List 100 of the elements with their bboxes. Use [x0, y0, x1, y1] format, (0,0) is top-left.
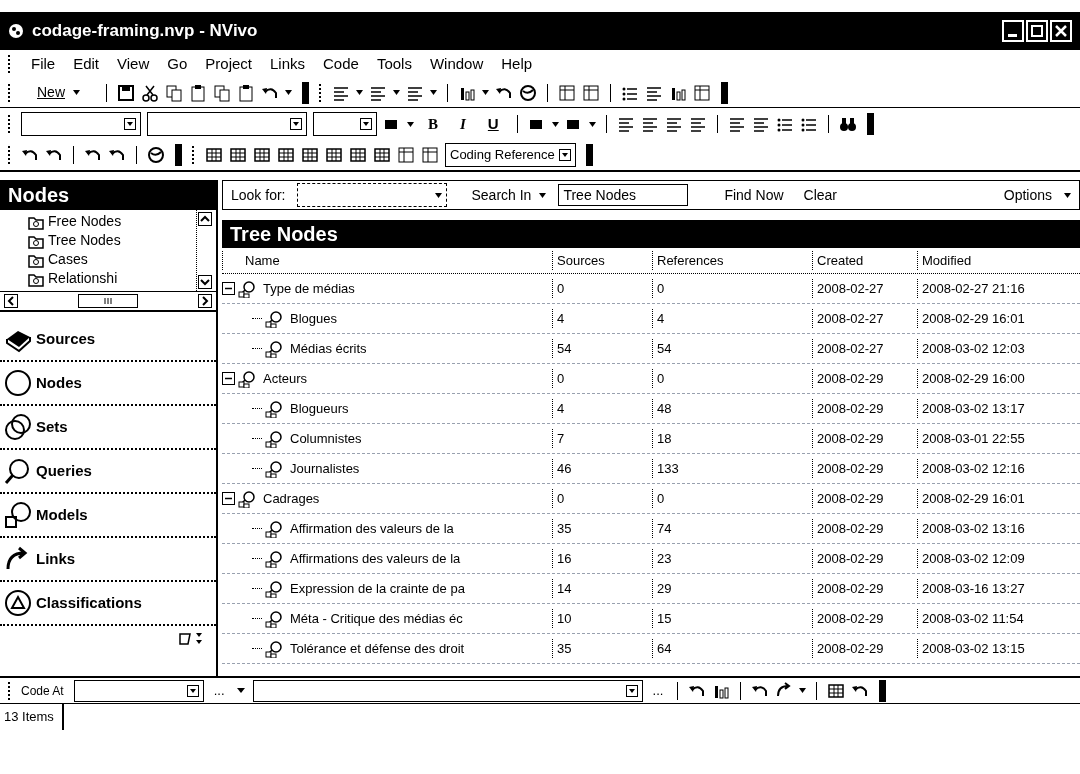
table-row[interactable]: Acteurs 0 0 2008-02-29 2008-02-29 16:00 [222, 364, 1080, 394]
navigation-button[interactable]: Links [0, 538, 216, 582]
code-at-field[interactable] [73, 679, 204, 702]
caret-icon[interactable] [356, 90, 363, 95]
dropdown-field[interactable] [21, 112, 141, 136]
caret-icon[interactable] [285, 90, 292, 95]
navigation-button[interactable]: Classifications [0, 582, 216, 626]
table-row[interactable]: Blogues 4 4 2008-02-27 2008-02-29 16:01 [222, 304, 1080, 334]
grid-icon[interactable] [827, 681, 846, 700]
browse-button[interactable]: ... [209, 680, 229, 701]
align-icon[interactable] [751, 115, 770, 133]
column-header[interactable]: Created [812, 250, 917, 271]
menu-item[interactable]: Project [203, 52, 254, 76]
table-row[interactable]: Journalistes 46 133 2008-02-29 2008-03-02 12:16 [222, 454, 1080, 484]
scroll-right-icon[interactable] [198, 294, 212, 308]
folder-item[interactable]: Free Nodes [28, 212, 196, 231]
align-icon[interactable] [640, 115, 659, 133]
toolbar-handle[interactable] [8, 83, 11, 102]
minimize-icon[interactable] [1002, 20, 1024, 42]
align-icon[interactable] [616, 115, 635, 133]
scroll-left-icon[interactable] [4, 294, 18, 308]
caret-icon[interactable] [430, 90, 437, 95]
toolbar-handle[interactable] [319, 83, 322, 102]
caret-icon[interactable] [1064, 192, 1071, 198]
menu-item[interactable]: View [115, 52, 152, 76]
menu-item[interactable]: File [29, 52, 58, 76]
copy-icon[interactable] [165, 83, 183, 102]
collapse-icon[interactable] [222, 282, 235, 295]
caret-icon[interactable] [539, 192, 547, 198]
scroll-thumb-icon[interactable] [78, 294, 138, 308]
caret-icon[interactable] [73, 90, 80, 95]
collapse-icon[interactable] [222, 492, 235, 505]
collapse-icon[interactable] [222, 372, 235, 385]
caret-icon[interactable] [393, 90, 400, 95]
caret-icon[interactable] [482, 90, 489, 95]
scroll-up-icon[interactable] [197, 212, 212, 226]
options-button[interactable]: Options [1003, 184, 1071, 206]
column-header[interactable]: Sources [552, 250, 652, 271]
table-row[interactable]: Columnistes 7 18 2008-02-29 2008-03-01 22:55 [222, 424, 1080, 454]
paste-icon[interactable] [237, 83, 255, 102]
save-icon[interactable] [117, 83, 135, 102]
caret-icon[interactable] [588, 121, 596, 127]
caret-icon[interactable] [435, 192, 443, 198]
bold-button[interactable]: B [420, 112, 446, 136]
navigation-button[interactable]: Models [0, 494, 216, 538]
table-row[interactable]: Affirmations des valeurs de la 16 23 2008-02-29 2008-03-02 12:09 [222, 544, 1080, 574]
table-row[interactable]: Type de médias 0 0 2008-02-27 2008-02-27 21:16 [222, 274, 1080, 304]
close-icon[interactable] [1050, 20, 1072, 42]
folder-item[interactable]: Cases [28, 250, 196, 269]
binoculars-icon[interactable] [838, 115, 857, 133]
browse-button[interactable]: ... [648, 680, 668, 701]
caret-icon[interactable] [551, 121, 559, 127]
navigation-button[interactable]: Sets [0, 406, 216, 450]
clear-button[interactable]: Clear [803, 184, 838, 206]
search-in-button[interactable]: Search In [471, 184, 547, 206]
table-row[interactable]: Tolérance et défense des droit 35 64 2008-02-29 2008-03-02 13:15 [222, 634, 1080, 664]
configure-buttons-icon[interactable] [178, 630, 204, 648]
grid-icon[interactable] [277, 146, 295, 164]
dropdown-field[interactable] [147, 112, 307, 136]
menu-item[interactable]: Tools [374, 52, 414, 76]
menu-item[interactable]: Edit [71, 52, 102, 76]
table-row[interactable]: Blogueurs 4 48 2008-02-29 2008-03-02 13:17 [222, 394, 1080, 424]
code-at-field[interactable] [252, 679, 643, 702]
caret-icon[interactable] [799, 688, 807, 693]
paste-icon[interactable] [189, 83, 207, 102]
maximize-icon[interactable] [1026, 20, 1048, 42]
coding-reference-dropdown[interactable]: Coding Reference [445, 143, 576, 167]
grid-icon[interactable] [373, 146, 391, 164]
toolbar-overflow-button[interactable] [721, 81, 728, 104]
menu-item[interactable]: Code [321, 52, 361, 76]
align-icon[interactable] [664, 115, 683, 133]
cut-icon[interactable] [141, 83, 159, 102]
panel-icon[interactable] [397, 146, 415, 164]
vertical-scrollbar[interactable] [196, 210, 212, 291]
grid-icon[interactable] [205, 146, 223, 164]
menu-item[interactable]: Help [499, 52, 535, 76]
toolbar-handle[interactable] [8, 681, 11, 700]
panel-icon[interactable] [582, 83, 600, 102]
table-row[interactable]: Expression de la crainte de pa 14 29 2008-02-29 2008-03-16 13:27 [222, 574, 1080, 604]
underline-button[interactable]: U [479, 112, 507, 136]
panel-icon[interactable] [693, 83, 711, 102]
find-now-button[interactable]: Find Now [724, 184, 784, 206]
table-row[interactable]: Méta - Critique des médias éc 10 15 2008-02-29 2008-03-02 11:54 [222, 604, 1080, 634]
panel-icon[interactable] [558, 83, 576, 102]
table-row[interactable]: Affirmation des valeurs de la 35 74 2008-02-29 2008-03-02 13:16 [222, 514, 1080, 544]
grid-icon[interactable] [301, 146, 319, 164]
toolbar-handle[interactable] [8, 55, 11, 73]
horizontal-scrollbar[interactable] [0, 292, 216, 312]
navigation-button[interactable]: Nodes [0, 362, 216, 406]
search-in-field[interactable]: Tree Nodes [558, 184, 689, 206]
column-header[interactable]: References [652, 250, 812, 271]
align-icon[interactable] [727, 115, 746, 133]
scroll-down-icon[interactable] [197, 275, 212, 289]
toolbar-handle[interactable] [8, 146, 11, 164]
folder-item[interactable]: Relationshi [28, 269, 196, 288]
toolbar-overflow-button[interactable] [585, 144, 593, 166]
dropdown-field[interactable] [313, 112, 377, 136]
look-for-field[interactable] [297, 183, 448, 207]
grid-icon[interactable] [325, 146, 343, 164]
caret-icon[interactable] [407, 121, 414, 127]
